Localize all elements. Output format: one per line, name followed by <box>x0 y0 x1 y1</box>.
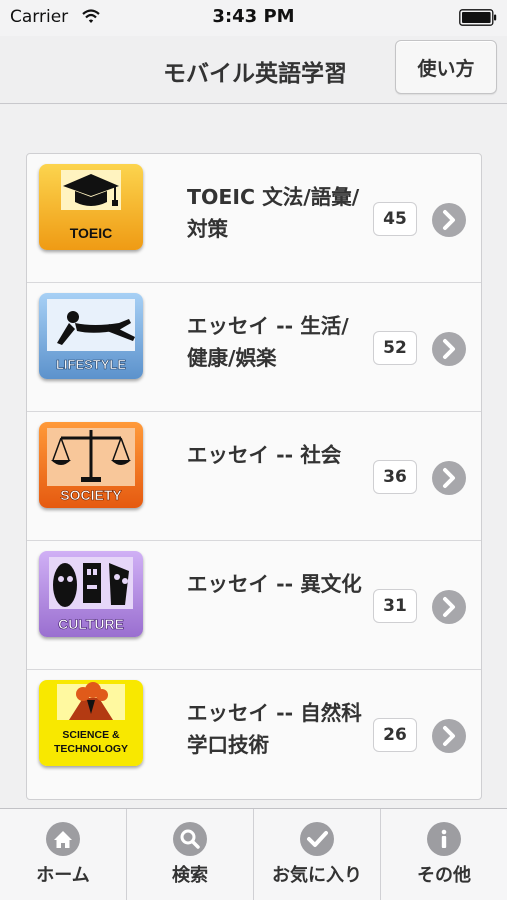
main-content: TOEIC TOEIC 文法/語彙/対策 45 LIFESTYLE エッセイ -… <box>0 105 507 808</box>
society-badge-label: SOCIETY <box>60 487 122 503</box>
science-badge-label-line1: SCIENCE & <box>62 729 120 741</box>
society-thumbnail: SOCIETY <box>39 422 143 508</box>
tab-home[interactable]: ホーム <box>0 809 127 900</box>
science-badge-label-line2: TECHNOLOGY <box>54 743 128 755</box>
chevron-right-icon[interactable] <box>431 331 467 367</box>
science-technology-thumbnail: SCIENCE & TECHNOLOGY <box>39 680 143 766</box>
tab-label: ホーム <box>36 865 90 886</box>
tab-search[interactable]: 検索 <box>127 809 254 900</box>
tab-label: その他 <box>417 865 471 886</box>
tab-label: お気に入り <box>272 865 362 886</box>
toeic-badge-label: TOEIC <box>70 225 113 241</box>
home-icon <box>46 822 80 856</box>
list-item-lifestyle[interactable]: LIFESTYLE エッセイ -- 生活/健康/娯楽 52 <box>27 283 481 412</box>
lifestyle-thumbnail: LIFESTYLE <box>39 293 143 379</box>
list-item-society[interactable]: SOCIETY エッセイ -- 社会 36 <box>27 412 481 541</box>
tab-other[interactable]: その他 <box>381 809 507 900</box>
list-item-science-technology[interactable]: SCIENCE & TECHNOLOGY エッセイ -- 自然科学口技術 26 <box>27 670 481 799</box>
list-item-toeic[interactable]: TOEIC TOEIC 文法/語彙/対策 45 <box>27 154 481 283</box>
battery-icon <box>459 9 497 26</box>
graduation-cap-icon: TOEIC <box>39 164 143 250</box>
item-title: エッセイ -- 自然科学口技術 <box>187 701 362 757</box>
count-badge: 26 <box>373 718 417 752</box>
chevron-right-icon[interactable] <box>431 589 467 625</box>
item-title: TOEIC 文法/語彙/対策 <box>187 185 360 241</box>
count-badge: 52 <box>373 331 417 365</box>
help-button[interactable]: 使い方 <box>395 40 497 94</box>
item-title: エッセイ -- 異文化 <box>187 572 362 596</box>
culture-badge-label: CULTURE <box>58 616 124 632</box>
tab-favorites[interactable]: お気に入り <box>254 809 381 900</box>
lifestyle-badge-label: LIFESTYLE <box>56 357 126 372</box>
item-title: エッセイ -- 生活/健康/娯楽 <box>187 314 349 370</box>
tab-label: 検索 <box>172 865 208 886</box>
count-badge: 31 <box>373 589 417 623</box>
page-title: モバイル英語学習 <box>163 61 347 87</box>
status-bar: Carrier 3:43 PM <box>0 0 507 36</box>
chevron-right-icon[interactable] <box>431 202 467 238</box>
volcano-icon: SCIENCE & TECHNOLOGY <box>39 680 143 766</box>
count-badge: 45 <box>373 202 417 236</box>
toeic-thumbnail: TOEIC <box>39 164 143 250</box>
chevron-right-icon[interactable] <box>431 460 467 496</box>
count-badge: 36 <box>373 460 417 494</box>
status-time: 3:43 PM <box>212 6 295 27</box>
checkmark-icon <box>300 822 334 856</box>
relaxing-person-icon: LIFESTYLE <box>39 293 143 379</box>
category-list: TOEIC TOEIC 文法/語彙/対策 45 LIFESTYLE エッセイ -… <box>26 153 482 800</box>
list-item-culture[interactable]: CULTURE エッセイ -- 異文化 31 <box>27 541 481 670</box>
scales-icon: SOCIETY <box>39 422 143 508</box>
tab-bar: ホーム 検索 お気に入り その他 <box>0 808 507 900</box>
masks-icon: CULTURE <box>39 551 143 637</box>
info-icon <box>427 822 461 856</box>
search-icon <box>173 822 207 856</box>
culture-thumbnail: CULTURE <box>39 551 143 637</box>
item-title: エッセイ -- 社会 <box>187 443 342 467</box>
navigation-bar: モバイル英語学習 使い方 <box>0 36 507 104</box>
chevron-right-icon[interactable] <box>431 718 467 754</box>
